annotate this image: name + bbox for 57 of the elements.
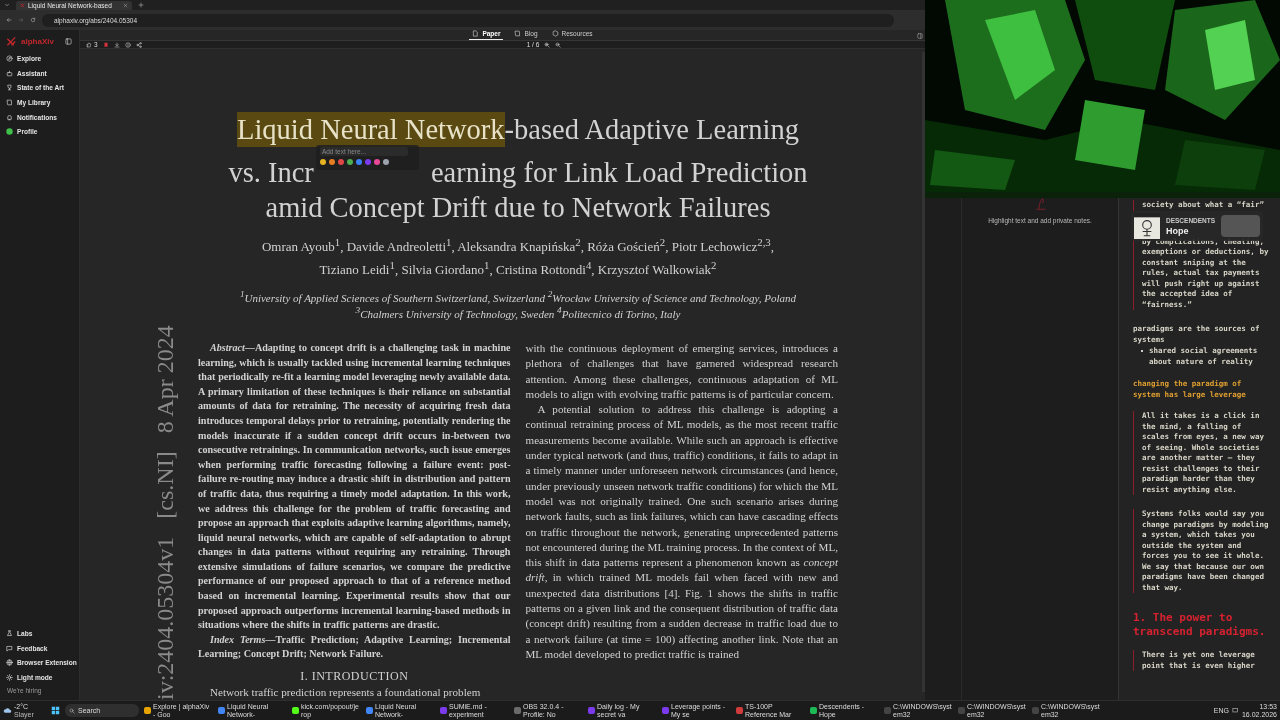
bookmark-icon[interactable]: [102, 41, 109, 48]
abstract-text: Abstract—Adapting to concept drift is a challenging task in machine learning, which is usually tackled using incremental learning techniques that periodically re-fit a learning model leveraging newly available data. A primary limitation of these techniques is their reliance on substantial amounts of data for retraining. The necessity of acquiring fresh data introduces temporal delays prior to retraining, potentially rendering the models inaccurate if a sudden concept drift occurs in-between two consecutive retrainings. In communication networks, such issue emerges when performing traffic forecasting following a failure event: post-failure re-routing may induce a drastic shift in distribution and pattern of traffic data, thus requiring a timely model adaptation. In this work, we address this challenge for the problem of traffic forecasting and propose an approach that exploits adaptive learning algorithms, namely, liquid neural networks, which are capable of self-adaptation to abrupt changes in data patterns without requiring any retraining. Through extensive simulations of failure scenarios, we compare the predictive performance of our proposed approach to that of a reference method based on incremental learning. Experimental results show that our proposed approach outperforms incremental learning-based methods in situations where the shifts in traffic patterns are drastic.: [198, 340, 511, 633]
highlighted-text: Liquid Neural Network: [237, 112, 505, 147]
body-paragraph: A potential solution to address this challenge is adopting a continual retraining process of ML models, as the most recent traffic measurements become available. While such an approach is effective under typical network (and thus, traffic) conditions, it fails to adapt in a timely manner under unforeseen network circumstances (and hence, under previously unseen network traffic conditions) for which the ML model was not originally trained. One such scenario arises during network faults, such as link failures, which can have cascading effects on traffic throughout the network, generating unprecedented patterns not encountered during the ML training process. In the context of ML, this shift in data patterns represent a phenomenon known as concept drift, in which trained ML models fail when faced with new and unexpected data distributions [4]. Fig. 1 shows the shifts in traffic patterns on a given link and the consequent distribution of traffic data (concept drift) resulting from a sudden decrease in traffic load due to a network failure (at time = 100) affecting another link. Note that an ML model developed to predict traffic is trained: [525, 402, 838, 662]
globe-icon: [6, 659, 13, 667]
track-title: Hope: [1166, 226, 1190, 237]
author-list: Omran Ayoub$^{1}$, Davide Andreoletti$^{1}$, Aleksandra Knapińska$^{2}$, Róża Goścień$^{2}$, Piotr Lechowicz$^{2,3}$,: [158, 233, 878, 257]
sidebar-toggle-icon: [65, 37, 72, 45]
download-icon[interactable]: [113, 41, 120, 48]
paper-title: amid Concept Drift due to Network Failures: [265, 191, 771, 225]
color-swatch[interactable]: [346, 159, 353, 165]
paper-title: earning for Link Load Prediction: [430, 156, 808, 190]
abstract-text: Index Terms—Traffic Prediction; Adaptive Learning; Incremental Learning; Concept Drift; Network Failure.: [198, 632, 511, 662]
author-list: Tiziano Leidi$^{1}$, Silvia Giordano$^{1}$, Cristina Rottondi$^{4}$, Krzysztof Walkowiak$^{2}$: [158, 256, 878, 280]
bell-icon: [6, 113, 13, 121]
panel-toggle-icon: [917, 33, 923, 39]
plus-icon: [138, 2, 144, 8]
affiliation-text: $^{1}$University of Applied Sciences of Southern Switzerland, Switzerland $^{2}$Wrocław University of Science and Technology, Poland: [238, 287, 798, 305]
document-icon: [472, 30, 480, 37]
monitor-icon: [1231, 707, 1239, 714]
logo-icon: [20, 2, 25, 8]
paper-title: vs. Incr: [228, 156, 314, 190]
color-swatch[interactable]: [364, 159, 371, 165]
chat-bubble-icon: [6, 644, 13, 652]
body-paragraph: Network traffic prediction represents a foundational problem: [209, 685, 482, 700]
back-icon: [6, 17, 12, 23]
flask-icon: [6, 630, 13, 638]
pen-icon: [1034, 197, 1048, 211]
book-icon: [514, 30, 522, 37]
trophy-icon: [6, 84, 13, 92]
close-icon: [123, 2, 128, 8]
caret-icon: [4, 2, 10, 8]
cloud-icon: [3, 706, 12, 715]
compass-icon: [6, 54, 13, 62]
body-paragraph: with the continuous deployment of emerging services, introduces a plethora of challenges that have garnered widespread research attention. Among these challenges, continuous adaptation of ML models to align with evolving traffic patterns is of particular concern.: [525, 340, 838, 402]
color-swatch[interactable]: [373, 159, 380, 165]
color-swatch[interactable]: [337, 159, 344, 165]
avatar-icon: [6, 128, 13, 136]
color-swatch[interactable]: [382, 159, 389, 165]
paper-title: -based Adaptive Learning: [504, 113, 799, 147]
logo-icon: [6, 35, 17, 47]
zoom-in-icon: [544, 41, 551, 48]
search-icon: [69, 707, 75, 714]
share-icon[interactable]: [135, 41, 142, 48]
affiliation-text: $^{3}$Chalmers University of Technology, Sweden $^{4}$Politecnico di Torino, Italy: [354, 304, 682, 321]
robot-icon: [6, 69, 13, 77]
note-heading: 1. The power to transcend paradigms.: [1133, 611, 1267, 638]
forward-icon: [18, 17, 24, 23]
arxiv-id-label: iv:2404.05304v1 [cs.NI] 8 Apr 2024: [151, 325, 179, 700]
color-swatch[interactable]: [319, 159, 326, 165]
zoom-out-icon: [555, 41, 562, 48]
color-swatch[interactable]: [328, 159, 335, 165]
book-icon: [6, 98, 13, 106]
section-heading: I. INTRODUCTION: [299, 669, 410, 684]
sun-icon: [6, 674, 13, 682]
color-swatch[interactable]: [355, 159, 362, 165]
windows-start-icon: [51, 706, 60, 715]
